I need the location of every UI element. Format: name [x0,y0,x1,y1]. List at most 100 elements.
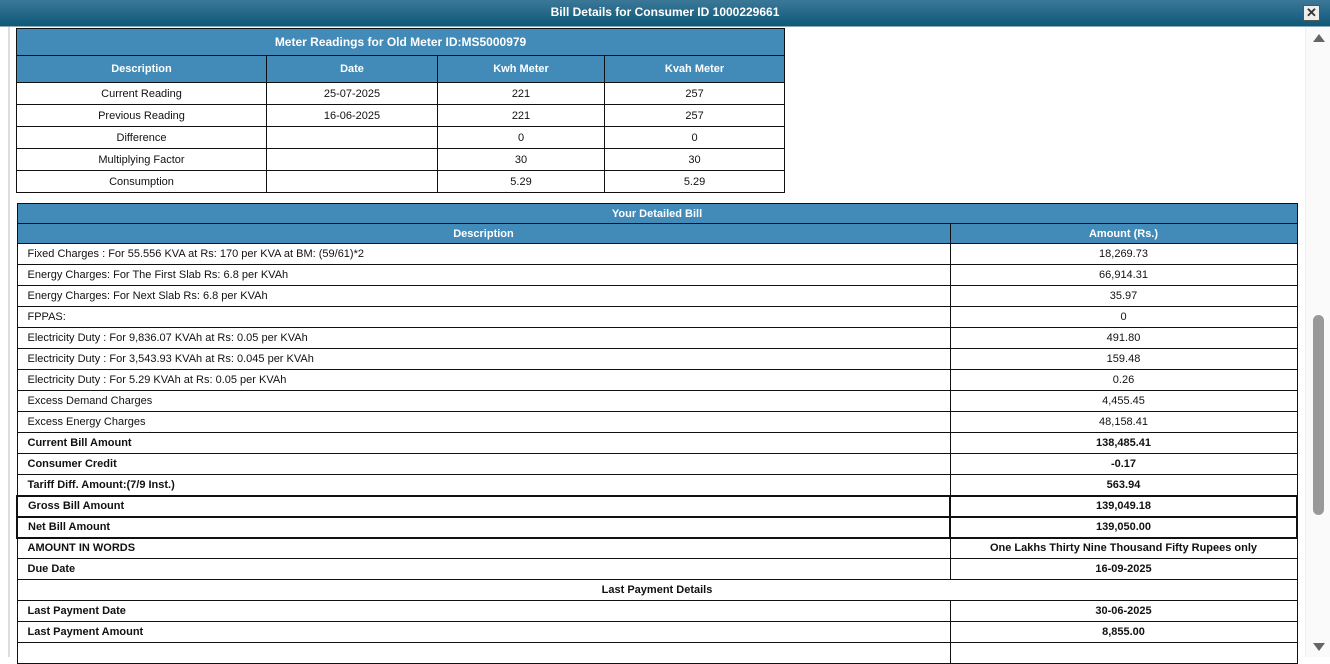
meter-row: Previous Reading 16-06-2025 221 257 [16,104,786,127]
bill-description: Energy Charges: For Next Slab Rs: 6.8 pe… [16,285,951,307]
due-date-row: Due Date 16-09-2025 [16,558,1298,580]
meter-cell: Difference [16,126,267,149]
scrollbar-thumb[interactable] [1313,315,1324,515]
meter-cell: 30 [603,148,786,171]
bill-amount: 0.26 [949,369,1298,391]
meter-cell: Multiplying Factor [16,148,267,171]
detailed-bill-table: Your Detailed Bill Description Amount (R… [16,203,1299,664]
bill-description: Net Bill Amount [16,515,951,539]
bill-header-amount: Amount (Rs.) [949,223,1298,244]
meter-cell: 5.29 [437,170,605,193]
amount-in-words-row: AMOUNT IN WORDS One Lakhs Thirty Nine Tho… [16,537,1298,559]
meter-header-cell: Kvah Meter [603,55,786,83]
meter-row: Difference 0 0 [16,126,786,149]
bill-row: Energy Charges: For The First Slab Rs: 6… [16,264,1298,286]
bill-amount: 159.48 [949,348,1298,370]
meter-header-cell: Kwh Meter [437,55,605,83]
bill-row: Electricity Duty : For 3,543.93 KVAh at … [16,348,1298,370]
meter-header-cell: Date [266,55,438,83]
meter-cell: 5.29 [603,170,786,193]
last-payment-row: Last Payment Date 30-06-2025 [16,600,1298,622]
bill-description: Tariff Diff. Amount:(7/9 Inst.) [16,474,951,496]
bill-row: Current Bill Amount 138,485.41 [16,432,1298,454]
meter-cell: 25-07-2025 [266,82,438,105]
scroll-up-arrow-icon[interactable] [1313,34,1325,42]
bill-row: Electricity Duty : For 5.29 KVAh at Rs: … [16,369,1298,391]
dialog-left-border [8,27,10,657]
meter-cell: 221 [437,82,605,105]
meter-cell: Consumption [16,170,267,193]
bill-amount: 18,269.73 [949,243,1298,265]
dialog-titlebar: Bill Details for Consumer ID 1000229661 … [0,0,1330,27]
last-payment-title: Last Payment Details [16,579,1298,601]
bill-amount: 0 [949,306,1298,328]
empty-cell [949,642,1298,664]
bill-row: Electricity Duty : For 9,836.07 KVAh at … [16,327,1298,349]
bill-row: FPPAS: 0 [16,306,1298,328]
meter-table-title: Meter Readings for Old Meter ID:MS500097… [15,28,786,56]
meter-cell [266,148,438,171]
bill-amount: 66,914.31 [949,264,1298,286]
meter-cell: 16-06-2025 [266,104,438,127]
bill-amount: 491.80 [949,327,1298,349]
bill-row: Excess Demand Charges 4,455.45 [16,390,1298,412]
bill-amount: 4,455.45 [949,390,1298,412]
meter-cell: 257 [603,82,786,105]
bill-description: Energy Charges: For The First Slab Rs: 6… [16,264,951,286]
bill-row: Energy Charges: For Next Slab Rs: 6.8 pe… [16,285,1298,307]
bill-row: Tariff Diff. Amount:(7/9 Inst.) 563.94 [16,474,1298,496]
vertical-scrollbar[interactable] [1305,28,1330,657]
bill-row: Excess Energy Charges 48,158.41 [16,411,1298,433]
meter-cell: 221 [437,104,605,127]
bill-description: Fixed Charges : For 55.556 KVA at Rs: 17… [16,243,951,265]
bill-description: Consumer Credit [16,453,951,475]
bill-amount: 48,158.41 [949,411,1298,433]
bill-header-description: Description [16,223,951,244]
dialog-title: Bill Details for Consumer ID 1000229661 [550,5,780,19]
bill-description: Electricity Duty : For 5.29 KVAh at Rs: … [16,369,951,391]
bill-description: Gross Bill Amount [16,494,951,518]
last-payment-title-row: Last Payment Details [16,579,1298,601]
bill-amount: 16-09-2025 [949,558,1298,580]
bill-amount: 139,049.18 [948,494,1299,518]
meter-row: Multiplying Factor 30 30 [16,148,786,171]
dialog-content: Meter Readings for Old Meter ID:MS500097… [15,28,1299,664]
empty-cell [16,642,951,664]
bill-row: Fixed Charges : For 55.556 KVA at Rs: 17… [16,243,1298,265]
bill-description: Electricity Duty : For 9,836.07 KVAh at … [16,327,951,349]
net-bill-row: Net Bill Amount 139,050.00 [16,515,1299,539]
meter-row: Consumption 5.29 5.29 [16,170,786,193]
meter-cell: 0 [437,126,605,149]
bill-amount: 563.94 [949,474,1298,496]
bill-amount: 35.97 [949,285,1298,307]
gross-bill-row: Gross Bill Amount 139,049.18 [16,494,1299,518]
meter-cell [266,170,438,193]
bill-amount: One Lakhs Thirty Nine Thousand Fifty Rup… [949,537,1298,559]
meter-cell: 0 [603,126,786,149]
bill-description: Electricity Duty : For 3,543.93 KVAh at … [16,348,951,370]
empty-row [16,642,1298,664]
bill-description: AMOUNT IN WORDS [16,537,951,559]
meter-header-cell: Description [16,55,267,83]
bill-description: FPPAS: [16,306,951,328]
meter-readings-table: Meter Readings for Old Meter ID:MS500097… [15,28,786,193]
meter-cell [266,126,438,149]
meter-cell: 257 [603,104,786,127]
bill-description: Last Payment Amount [16,621,951,643]
bill-amount: 30-06-2025 [949,600,1298,622]
bill-amount: 8,855.00 [949,621,1298,643]
meter-cell: Previous Reading [16,104,267,127]
bill-description: Excess Energy Charges [16,411,951,433]
meter-cell: 30 [437,148,605,171]
bill-amount: 138,485.41 [949,432,1298,454]
bill-description: Excess Demand Charges [16,390,951,412]
bill-description: Last Payment Date [16,600,951,622]
scroll-down-arrow-icon[interactable] [1313,643,1325,651]
bill-description: Due Date [16,558,951,580]
bill-table-title: Your Detailed Bill [16,203,1298,224]
last-payment-row: Last Payment Amount 8,855.00 [16,621,1298,643]
bill-row: Consumer Credit -0.17 [16,453,1298,475]
meter-row: Current Reading 25-07-2025 221 257 [16,82,786,105]
close-icon[interactable]: ✕ [1303,5,1320,21]
bill-amount: 139,050.00 [948,515,1299,539]
